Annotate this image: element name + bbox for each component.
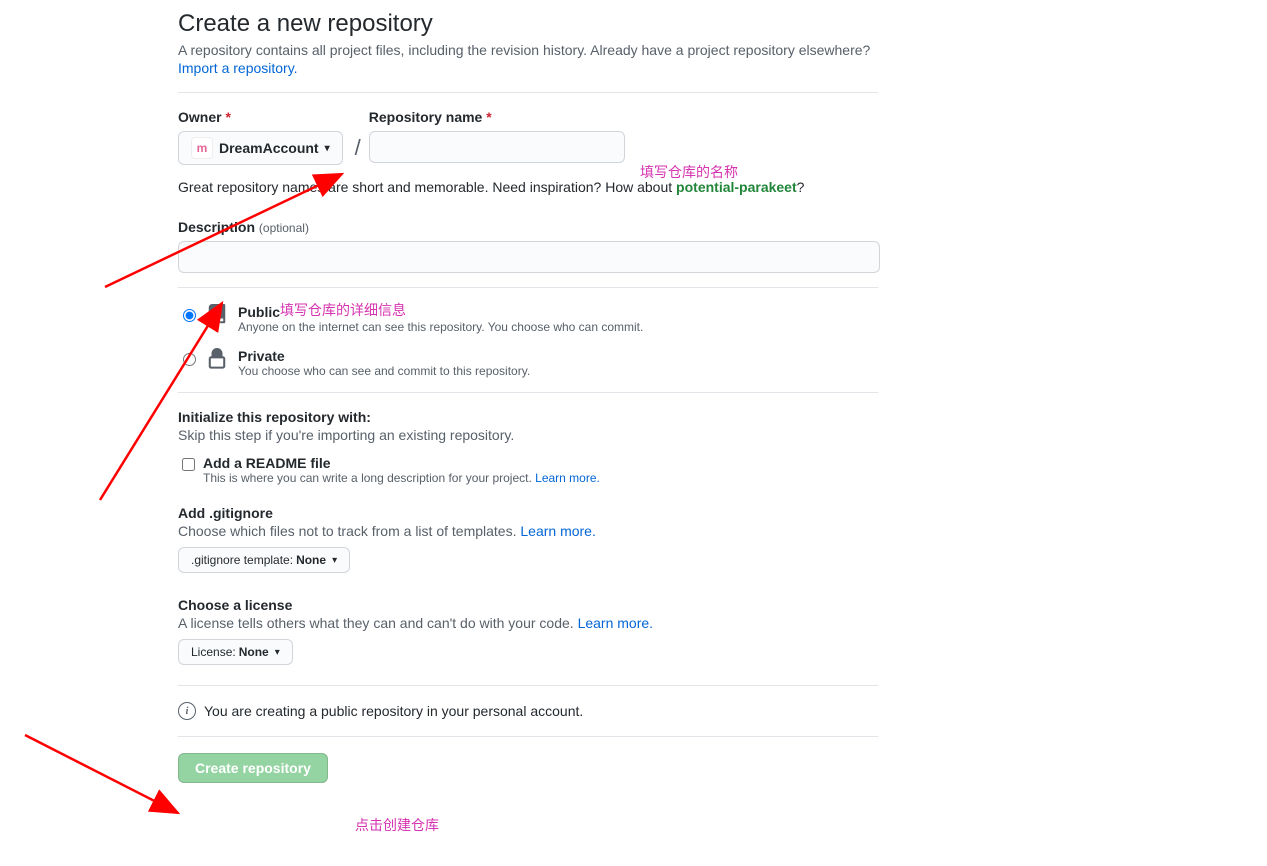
private-radio[interactable] bbox=[183, 353, 196, 366]
create-repository-button[interactable]: Create repository bbox=[178, 753, 328, 783]
license-title: Choose a license bbox=[178, 597, 878, 613]
public-title: Public bbox=[238, 304, 643, 320]
slash-separator: / bbox=[355, 135, 361, 165]
caret-down-icon: ▾ bbox=[275, 647, 280, 658]
page-title: Create a new repository bbox=[178, 10, 878, 38]
info-text: You are creating a public repository in … bbox=[204, 703, 583, 719]
license-desc: A license tells others what they can and… bbox=[178, 615, 878, 631]
repo-name-hint: Great repository names are short and mem… bbox=[178, 179, 878, 195]
readme-checkbox[interactable] bbox=[182, 458, 195, 471]
readme-desc: This is where you can write a long descr… bbox=[203, 471, 600, 485]
caret-down-icon: ▾ bbox=[325, 143, 330, 154]
description-input[interactable] bbox=[178, 241, 880, 273]
owner-label: Owner * bbox=[178, 109, 343, 125]
repo-icon bbox=[206, 304, 230, 329]
gitignore-title: Add .gitignore bbox=[178, 505, 878, 521]
lock-icon bbox=[206, 348, 230, 373]
readme-title: Add a README file bbox=[203, 455, 600, 471]
info-icon: i bbox=[178, 702, 196, 720]
name-suggestion-link[interactable]: potential-parakeet bbox=[676, 179, 797, 195]
owner-avatar-icon: m bbox=[191, 137, 213, 159]
init-title: Initialize this repository with: bbox=[178, 409, 878, 425]
owner-dropdown[interactable]: m DreamAccount ▾ bbox=[178, 131, 343, 165]
annotation-create: 点击创建仓库 bbox=[355, 815, 439, 835]
readme-learn-link[interactable]: Learn more. bbox=[535, 471, 600, 485]
caret-down-icon: ▾ bbox=[332, 555, 337, 566]
init-subtitle: Skip this step if you're importing an ex… bbox=[178, 427, 878, 443]
public-radio[interactable] bbox=[183, 309, 196, 322]
license-dropdown[interactable]: License: None▾ bbox=[178, 639, 293, 665]
gitignore-dropdown[interactable]: .gitignore template: None▾ bbox=[178, 547, 350, 573]
gitignore-desc: Choose which files not to track from a l… bbox=[178, 523, 878, 539]
description-label: Description (optional) bbox=[178, 219, 878, 235]
repo-name-input[interactable] bbox=[369, 131, 625, 163]
repo-name-label: Repository name * bbox=[369, 109, 625, 125]
public-desc: Anyone on the internet can see this repo… bbox=[238, 320, 643, 334]
private-title: Private bbox=[238, 348, 530, 364]
private-desc: You choose who can see and commit to thi… bbox=[238, 364, 530, 378]
license-learn-link[interactable]: Learn more. bbox=[578, 615, 653, 631]
page-subtitle: A repository contains all project files,… bbox=[178, 42, 878, 58]
import-repo-link[interactable]: Import a repository. bbox=[178, 60, 298, 76]
gitignore-learn-link[interactable]: Learn more. bbox=[520, 523, 595, 539]
